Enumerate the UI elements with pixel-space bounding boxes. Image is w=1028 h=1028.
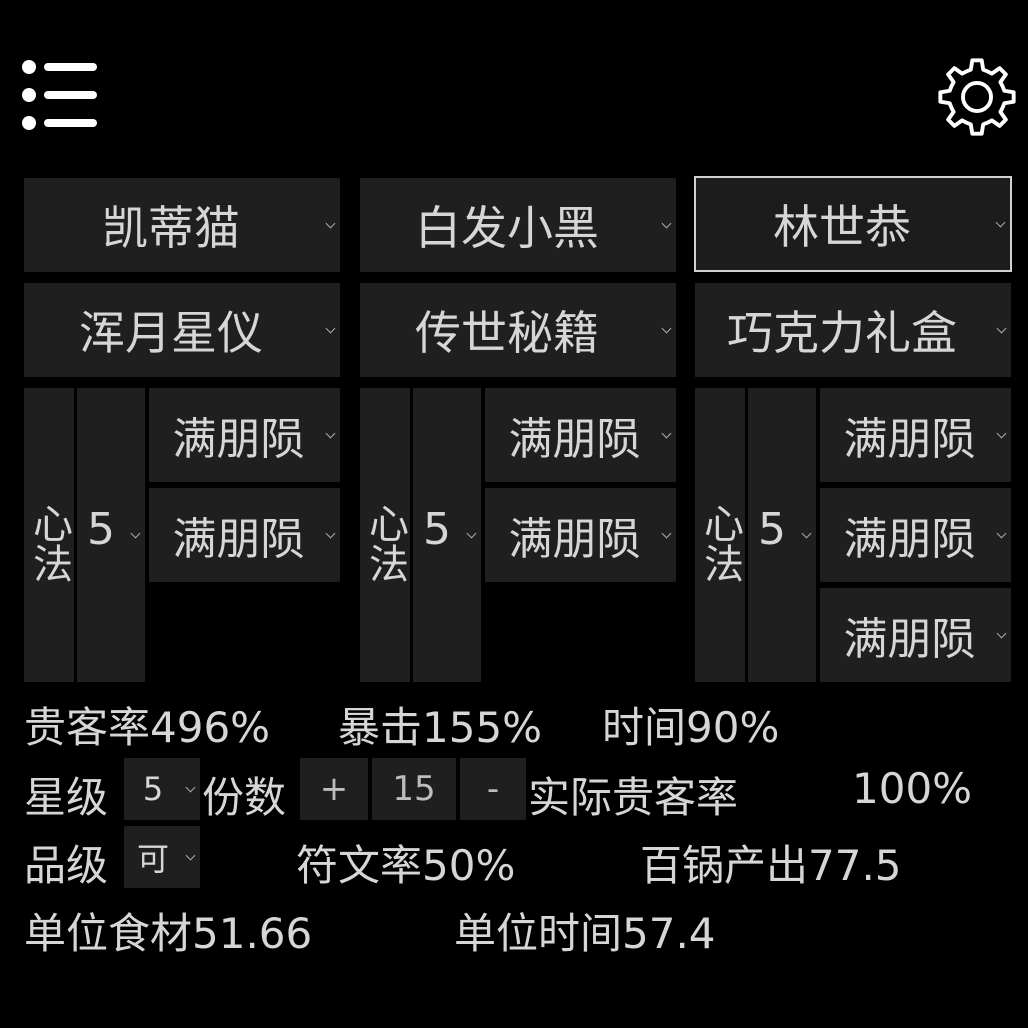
chevron-down-icon [661, 323, 672, 334]
xinfa-level-select[interactable]: 5 [77, 388, 145, 682]
chevron-down-icon [801, 528, 812, 539]
rune-select[interactable]: 满朋陨 [820, 388, 1011, 482]
xinfa-label: 心法 [697, 503, 743, 583]
xinfa-label: 心法 [362, 503, 408, 583]
grade-label: 品级 [24, 841, 109, 890]
rune-name: 满朋陨 [843, 514, 976, 565]
chevron-down-icon [995, 217, 1006, 228]
increment-button[interactable]: + [300, 758, 368, 820]
rune-rate: 符文率50% [296, 841, 516, 890]
chef-select-2[interactable]: 白发小黑 [360, 178, 676, 272]
xinfa-level: 5 [758, 504, 786, 555]
unit-ingredient: 单位食材51.66 [24, 909, 313, 958]
grade-select[interactable]: 可 [124, 826, 200, 888]
rune-name: 满朋陨 [172, 514, 305, 565]
xinfa-level: 5 [423, 504, 451, 555]
equip-select-3[interactable]: 巧克力礼盒 [695, 283, 1011, 377]
chevron-down-icon [185, 850, 196, 861]
actual-guest-rate-value: 100% [852, 764, 973, 813]
unit-time: 单位时间57.4 [454, 909, 716, 958]
rune-select[interactable]: 满朋陨 [149, 488, 340, 582]
equip-select-1[interactable]: 浑月星仪 [24, 283, 340, 377]
star-label: 星级 [24, 773, 109, 822]
xinfa-level: 5 [87, 504, 115, 555]
equip-select-2[interactable]: 传世秘籍 [360, 283, 676, 377]
equip-name: 传世秘籍 [415, 306, 599, 360]
xinfa-label: 心法 [26, 503, 72, 583]
portion-input[interactable]: 15 [372, 758, 456, 820]
rune-select[interactable]: 满朋陨 [820, 588, 1011, 682]
crit-rate: 暴击155% [338, 703, 543, 752]
chevron-down-icon [996, 323, 1007, 334]
rune-name: 满朋陨 [508, 414, 641, 465]
menu-icon[interactable] [20, 58, 100, 132]
guest-rate: 贵客率496% [24, 703, 271, 752]
star-select[interactable]: 5 [124, 758, 200, 820]
rune-name: 满朋陨 [172, 414, 305, 465]
star-value: 5 [142, 770, 164, 808]
gear-icon[interactable] [938, 58, 1016, 136]
rune-select[interactable]: 满朋陨 [485, 388, 676, 482]
chevron-down-icon [325, 323, 336, 334]
chevron-down-icon [185, 782, 196, 793]
actual-guest-rate-label: 实际贵客率 [528, 773, 739, 822]
grade-value: 可 [136, 840, 169, 878]
equip-name: 巧克力礼盒 [727, 306, 957, 360]
time-rate: 时间90% [602, 703, 780, 752]
rune-name: 满朋陨 [843, 614, 976, 665]
rune-name: 满朋陨 [508, 514, 641, 565]
decrement-button[interactable]: - [460, 758, 526, 820]
portion-label: 份数 [202, 773, 287, 822]
rune-select[interactable]: 满朋陨 [485, 488, 676, 582]
chevron-down-icon [325, 218, 336, 229]
equip-name: 浑月星仪 [79, 306, 263, 360]
rune-select[interactable]: 满朋陨 [820, 488, 1011, 582]
chef-name: 林世恭 [773, 200, 911, 254]
hundred-output: 百锅产出77.5 [640, 841, 902, 890]
chevron-down-icon [130, 528, 141, 539]
xinfa-level-select[interactable]: 5 [748, 388, 816, 682]
chef-name: 白发小黑 [415, 201, 599, 255]
xinfa-level-select[interactable]: 5 [413, 388, 481, 682]
chevron-down-icon [466, 528, 477, 539]
chef-name: 凯蒂猫 [102, 201, 240, 255]
rune-name: 满朋陨 [843, 414, 976, 465]
chef-select-3[interactable]: 林世恭 [694, 176, 1012, 272]
chef-select-1[interactable]: 凯蒂猫 [24, 178, 340, 272]
rune-select[interactable]: 满朋陨 [149, 388, 340, 482]
chevron-down-icon [661, 218, 672, 229]
